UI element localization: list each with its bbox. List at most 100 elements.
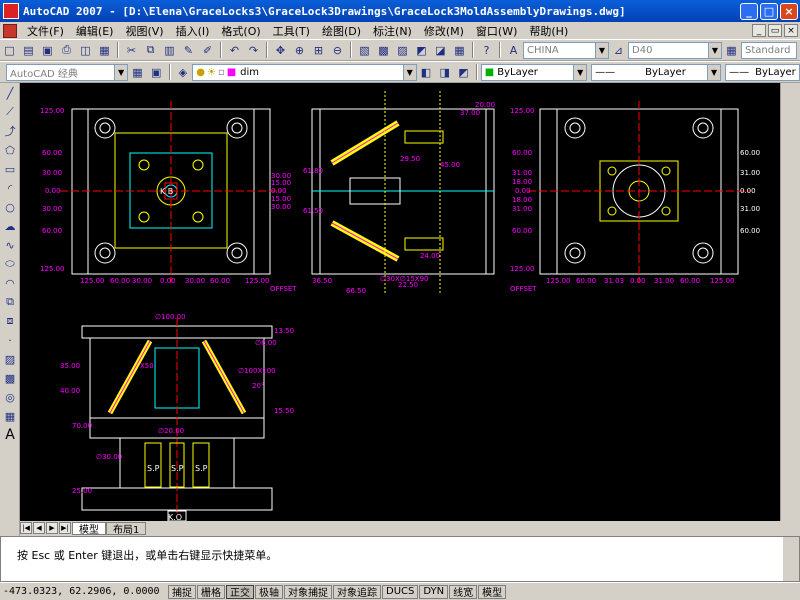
tab-layout1[interactable]: 布局1 bbox=[106, 521, 147, 536]
model-space-toggle[interactable]: 模型 bbox=[478, 584, 507, 599]
workspace-save-icon[interactable]: ▣ bbox=[148, 64, 165, 81]
design-center-icon[interactable]: ▩ bbox=[375, 42, 392, 59]
menu-format[interactable]: 格式(O) bbox=[215, 23, 266, 39]
region-icon[interactable]: ◎ bbox=[1, 388, 19, 406]
lineweight-select[interactable]: —— ByLayer bbox=[725, 63, 800, 81]
doc-minimize-button[interactable]: _ bbox=[752, 24, 766, 37]
layer-select[interactable]: ● ☀ ▫ ■ dim ▼ bbox=[192, 63, 417, 81]
layer-manager-icon[interactable]: ◈ bbox=[175, 64, 192, 81]
command-scrollbar[interactable] bbox=[783, 537, 799, 581]
dim-style-select[interactable]: D40 ▼ bbox=[628, 41, 722, 59]
circle-icon[interactable]: ○ bbox=[1, 198, 19, 216]
command-line[interactable]: 按 Esc 或 Enter 键退出，或单击右键显示快捷菜单。 bbox=[0, 536, 800, 582]
coordinate-readout[interactable]: -473.0323, 62.2906, 0.0000 bbox=[0, 586, 168, 597]
make-current-layer-icon[interactable]: ◧ bbox=[418, 64, 435, 81]
minimize-button[interactable]: _ bbox=[740, 2, 758, 20]
polyline-icon[interactable]: ⤴ bbox=[1, 122, 19, 140]
close-button[interactable]: × bbox=[780, 2, 798, 20]
revision-cloud-icon[interactable]: ☁ bbox=[1, 217, 19, 235]
otrack-toggle[interactable]: 对象追踪 bbox=[333, 584, 381, 599]
hatch-icon[interactable]: ▨ bbox=[1, 350, 19, 368]
ducs-toggle[interactable]: DUCS bbox=[382, 584, 419, 599]
match-properties-icon[interactable]: ✎ bbox=[180, 42, 197, 59]
rectangle-icon[interactable]: ▭ bbox=[1, 160, 19, 178]
table-icon[interactable]: ▦ bbox=[1, 407, 19, 425]
menu-insert[interactable]: 插入(I) bbox=[170, 23, 216, 39]
grid-toggle[interactable]: 栅格 bbox=[197, 584, 225, 599]
gradient-icon[interactable]: ▩ bbox=[1, 369, 19, 387]
block-editor-icon[interactable]: ✐ bbox=[199, 42, 216, 59]
zoom-window-icon[interactable]: ⊞ bbox=[310, 42, 327, 59]
spline-icon[interactable]: ∿ bbox=[1, 236, 19, 254]
cut-icon[interactable]: ✂ bbox=[123, 42, 140, 59]
save-icon[interactable]: ▣ bbox=[39, 42, 56, 59]
menu-help[interactable]: 帮助(H) bbox=[523, 23, 574, 39]
next-tab-icon[interactable]: ▶ bbox=[46, 522, 58, 534]
ellipse-icon[interactable]: ⬭ bbox=[1, 255, 19, 273]
pan-icon[interactable]: ✥ bbox=[272, 42, 289, 59]
open-icon[interactable]: ▤ bbox=[20, 42, 37, 59]
copy-icon[interactable]: ⧉ bbox=[142, 42, 159, 59]
side-section-view: 20.00 29.50 45.00 36.50 66.50 22.50 61.5… bbox=[303, 91, 495, 295]
menu-edit[interactable]: 编辑(E) bbox=[70, 23, 120, 39]
menu-window[interactable]: 窗口(W) bbox=[470, 23, 523, 39]
sheet-set-icon[interactable]: ◩ bbox=[413, 42, 430, 59]
document-icon[interactable] bbox=[3, 23, 17, 38]
publish-icon[interactable]: ▦ bbox=[96, 42, 113, 59]
doc-close-button[interactable]: × bbox=[784, 24, 798, 37]
snap-toggle[interactable]: 捕捉 bbox=[168, 584, 196, 599]
menu-file[interactable]: 文件(F) bbox=[21, 23, 70, 39]
first-tab-icon[interactable]: |◀ bbox=[20, 522, 32, 534]
autocad-app-icon[interactable] bbox=[3, 3, 19, 19]
doc-restore-button[interactable]: ▭ bbox=[768, 24, 782, 37]
markup-icon[interactable]: ◪ bbox=[432, 42, 449, 59]
zoom-previous-icon[interactable]: ⊖ bbox=[329, 42, 346, 59]
menu-draw[interactable]: 绘图(D) bbox=[316, 23, 367, 39]
point-icon[interactable]: · bbox=[1, 331, 19, 349]
menu-dimension[interactable]: 标注(N) bbox=[367, 23, 418, 39]
calculator-icon[interactable]: ▦ bbox=[451, 42, 468, 59]
drawing-canvas[interactable]: K B 125.00 60.00 30.00 0.00 30.00 60.00 … bbox=[20, 83, 780, 521]
undo-icon[interactable]: ↶ bbox=[226, 42, 243, 59]
dim-label: 0.00 bbox=[740, 187, 756, 195]
workspace-settings-icon[interactable]: ▦ bbox=[129, 64, 146, 81]
polar-toggle[interactable]: 极轴 bbox=[255, 584, 283, 599]
color-select[interactable]: ■ ByLayer ▼ bbox=[480, 63, 588, 81]
menu-modify[interactable]: 修改(M) bbox=[418, 23, 470, 39]
make-block-icon[interactable]: ⧈ bbox=[1, 312, 19, 330]
maximize-button[interactable]: □ bbox=[760, 2, 778, 20]
plot-icon[interactable]: ⎙ bbox=[58, 42, 75, 59]
prev-tab-icon[interactable]: ◀ bbox=[33, 522, 45, 534]
ortho-toggle[interactable]: 正交 bbox=[226, 584, 254, 599]
draw-toolbar: ╱ ⟋ ⤴ ⬠ ▭ ◜ ○ ☁ ∿ ⬭ ◠ ⧉ ⧈ · ▨ ▩ ◎ ▦ A bbox=[0, 83, 20, 543]
line-icon[interactable]: ╱ bbox=[1, 84, 19, 102]
lineweight-toggle[interactable]: 线宽 bbox=[449, 584, 478, 599]
redo-icon[interactable]: ↷ bbox=[245, 42, 262, 59]
vertical-scrollbar[interactable] bbox=[780, 83, 800, 521]
ellipse-arc-icon[interactable]: ◠ bbox=[1, 274, 19, 292]
layer-previous-icon[interactable]: ◨ bbox=[436, 64, 453, 81]
polygon-icon[interactable]: ⬠ bbox=[1, 141, 19, 159]
help-icon[interactable]: ? bbox=[478, 42, 495, 59]
arc-icon[interactable]: ◜ bbox=[1, 179, 19, 197]
properties-icon[interactable]: ▧ bbox=[356, 42, 373, 59]
construction-line-icon[interactable]: ⟋ bbox=[1, 103, 19, 121]
insert-block-icon[interactable]: ⧉ bbox=[1, 293, 19, 311]
osnap-toggle[interactable]: 对象捕捉 bbox=[284, 584, 332, 599]
layer-state-icon[interactable]: ◩ bbox=[455, 64, 472, 81]
menu-tools[interactable]: 工具(T) bbox=[267, 23, 316, 39]
text-style-select[interactable]: CHINA ▼ bbox=[523, 41, 609, 59]
workspace-select[interactable]: AutoCAD 经典 ▼ bbox=[6, 63, 129, 81]
last-tab-icon[interactable]: ▶| bbox=[59, 522, 71, 534]
dyn-toggle[interactable]: DYN bbox=[419, 584, 449, 599]
tab-model[interactable]: 模型 bbox=[72, 521, 106, 536]
paste-icon[interactable]: ▥ bbox=[161, 42, 178, 59]
menu-view[interactable]: 视图(V) bbox=[119, 23, 169, 39]
multiline-text-icon[interactable]: A bbox=[1, 426, 19, 444]
preview-icon[interactable]: ◫ bbox=[77, 42, 94, 59]
zoom-realtime-icon[interactable]: ⊕ bbox=[291, 42, 308, 59]
table-style-select[interactable]: Standard bbox=[741, 41, 797, 59]
new-icon[interactable]: □ bbox=[1, 42, 18, 59]
tool-palettes-icon[interactable]: ▨ bbox=[394, 42, 411, 59]
linetype-select[interactable]: —— ByLayer ▼ bbox=[591, 63, 722, 81]
